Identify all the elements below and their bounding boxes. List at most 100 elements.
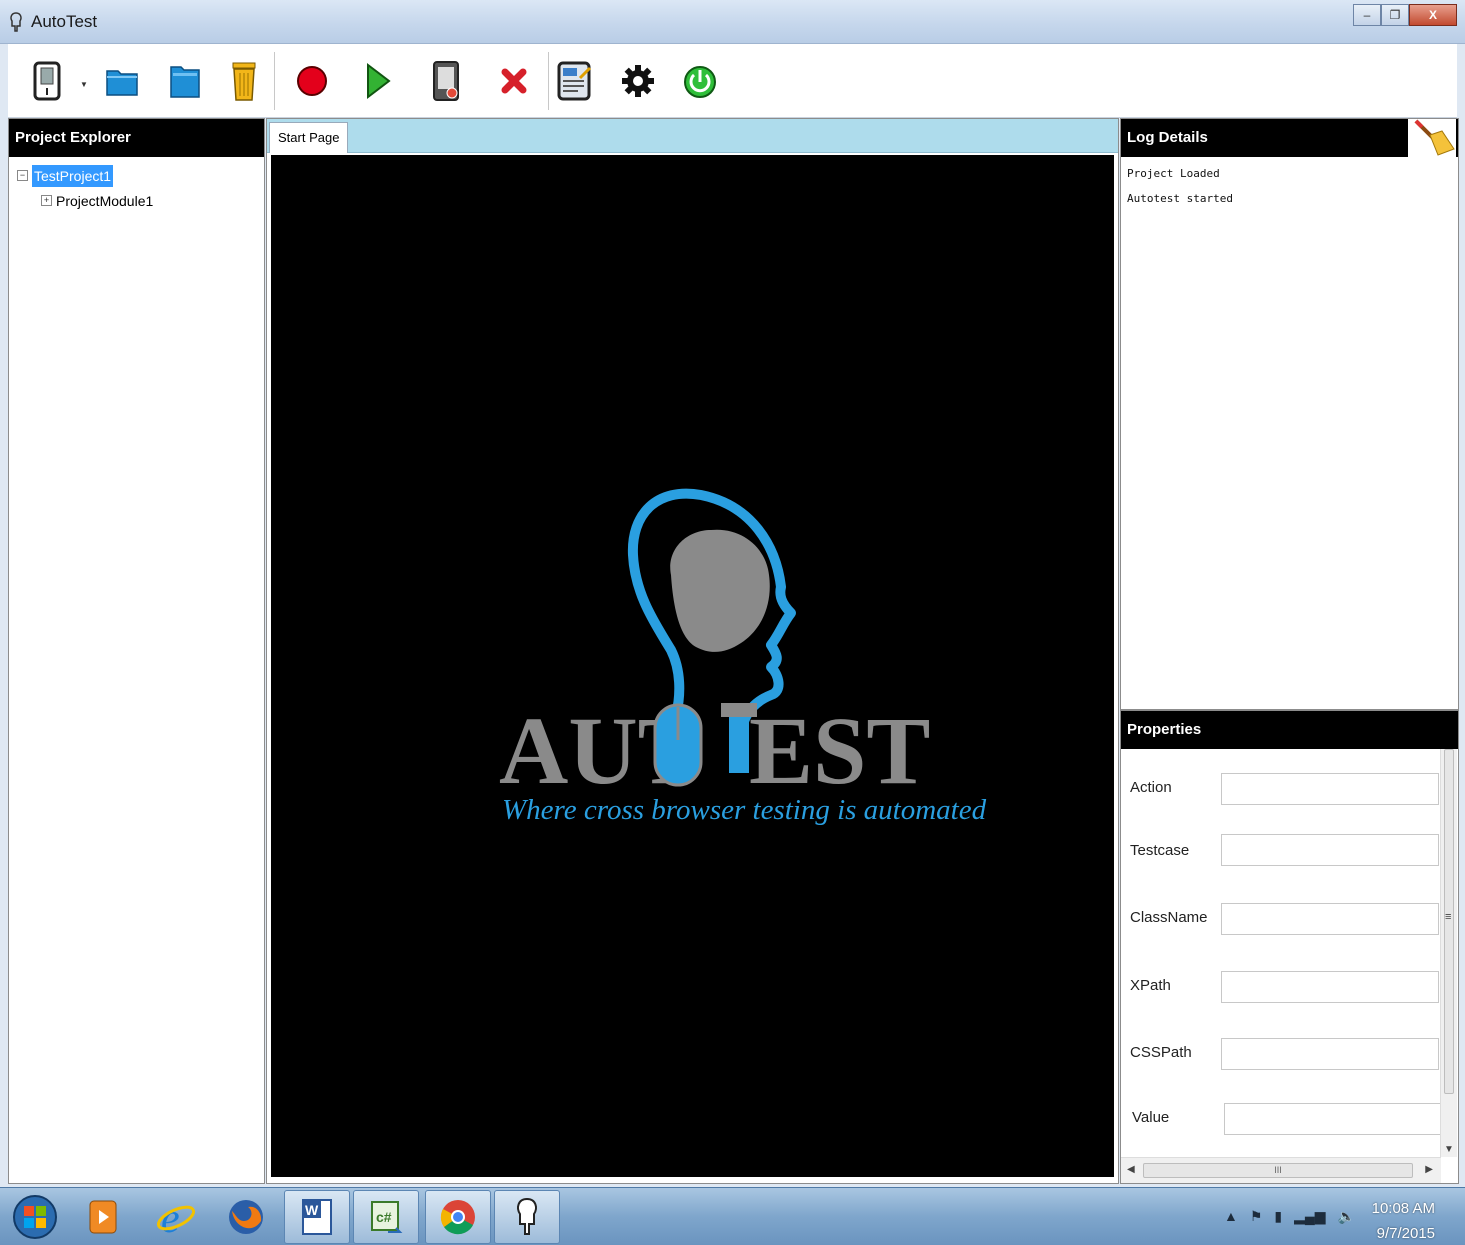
- windows-taskbar: e W c# ▲ ⚑ ▮ ▂▄▆ 🔈 10:08 AM 9/7/2015: [0, 1187, 1465, 1245]
- clear-log-broom-icon[interactable]: [1408, 119, 1456, 157]
- open-folder-icon: [106, 70, 138, 96]
- start-page-canvas: AUT EST Where cross browser testing is a…: [271, 155, 1114, 1177]
- delete-button[interactable]: [222, 58, 266, 104]
- scroll-grip-icon: ≡: [1445, 911, 1452, 923]
- save-button[interactable]: [163, 58, 207, 104]
- scroll-down-arrow-icon[interactable]: ▼: [1444, 1144, 1454, 1155]
- scrollbar-thumb[interactable]: III: [1143, 1163, 1413, 1178]
- record-icon: [297, 66, 327, 96]
- svg-text:W: W: [305, 1202, 319, 1218]
- project-explorer-panel: Project Explorer − TestProject1 + Projec…: [8, 118, 265, 1184]
- volume-icon[interactable]: 🔈: [1338, 1208, 1355, 1225]
- new-project-dropdown-icon[interactable]: ▼: [80, 80, 88, 89]
- taskbar-internet-explorer[interactable]: e: [143, 1190, 209, 1244]
- taskbar-csharp[interactable]: c#: [353, 1190, 419, 1244]
- properties-horizontal-scrollbar[interactable]: ◀ III ▶: [1121, 1157, 1441, 1183]
- start-button[interactable]: [2, 1190, 68, 1244]
- toolbar: ▼: [8, 44, 1457, 118]
- minimize-button[interactable]: –: [1353, 4, 1381, 26]
- scroll-right-arrow-icon[interactable]: ▶: [1425, 1164, 1433, 1175]
- play-button[interactable]: [356, 58, 400, 104]
- tree-node-testproject1[interactable]: − TestProject1: [17, 163, 256, 188]
- restore-button[interactable]: ❐: [1381, 4, 1409, 26]
- property-label-value: Value: [1132, 1109, 1170, 1126]
- chrome-icon: [440, 1200, 475, 1235]
- classname-field[interactable]: [1221, 903, 1439, 935]
- delete-icon: [232, 62, 256, 101]
- autotest-window: AutoTest – ❐ X ▼ Project Explorer − Test…: [0, 0, 1465, 1245]
- system-tray: ▲ ⚑ ▮ ▂▄▆ 🔈: [1224, 1208, 1355, 1225]
- play-icon: [367, 62, 391, 100]
- taskbar-word[interactable]: W: [284, 1190, 350, 1244]
- power-button[interactable]: [678, 58, 722, 104]
- tree-node-label[interactable]: ProjectModule1: [56, 190, 153, 212]
- window-title: AutoTest: [31, 12, 98, 31]
- internet-explorer-icon: e: [156, 1196, 196, 1238]
- window-controls: – ❐ X: [1353, 4, 1457, 26]
- stop-icon: [501, 68, 527, 94]
- properties-title: Properties: [1121, 711, 1458, 749]
- open-project-button[interactable]: [100, 58, 144, 104]
- start-orb-icon: [13, 1195, 57, 1239]
- property-label-testcase: Testcase: [1130, 842, 1190, 859]
- svg-text:c#: c#: [376, 1209, 392, 1225]
- tree-node-projectmodule1[interactable]: + ProjectModule1: [17, 188, 256, 213]
- value-field[interactable]: [1224, 1103, 1442, 1135]
- new-project-button[interactable]: [26, 58, 70, 104]
- new-project-icon: [33, 61, 61, 101]
- settings-button[interactable]: [616, 58, 660, 104]
- log-details-panel: Log Details Project Loaded Autotest star…: [1120, 118, 1459, 710]
- media-player-icon: [89, 1200, 117, 1234]
- record-button[interactable]: [290, 58, 334, 104]
- action-field[interactable]: [1221, 773, 1439, 805]
- scroll-left-arrow-icon[interactable]: ◀: [1127, 1164, 1135, 1175]
- autotest-app-icon: [10, 12, 22, 32]
- csharp-icon: c#: [371, 1201, 403, 1233]
- taskbar-autotest[interactable]: [494, 1190, 560, 1244]
- toolbar-separator: [274, 52, 275, 110]
- show-hidden-icons-icon[interactable]: ▲: [1224, 1208, 1238, 1225]
- collapse-icon[interactable]: −: [17, 170, 28, 181]
- clock-time: 10:08 AM: [1371, 1200, 1435, 1217]
- autotest-logo: AUT EST Where cross browser testing is a…: [499, 488, 987, 826]
- action-center-flag-icon[interactable]: ⚑: [1250, 1208, 1263, 1225]
- stop-button[interactable]: [492, 58, 536, 104]
- properties-vertical-scrollbar[interactable]: ≡ ▼: [1440, 749, 1457, 1157]
- brain-icon: [670, 529, 770, 652]
- document-area: Start Page AUT EST Where cross browser t…: [266, 118, 1119, 1184]
- project-tree: − TestProject1 + ProjectModule1: [9, 157, 264, 219]
- title-bar: AutoTest – ❐ X: [0, 0, 1465, 44]
- save-icon: [170, 66, 200, 98]
- tab-strip: Start Page: [267, 119, 1118, 153]
- device-icon: [433, 61, 459, 101]
- property-label-csspath: CSSPath: [1130, 1044, 1192, 1061]
- logo-wordmark-right: EST: [749, 697, 930, 804]
- clock-date: 9/7/2015: [1376, 1225, 1435, 1242]
- settings-icon: [622, 65, 654, 97]
- close-button[interactable]: X: [1409, 4, 1457, 26]
- device-button[interactable]: [424, 58, 468, 104]
- log-entry: Project Loaded: [1127, 167, 1220, 180]
- toolbar-separator: [548, 52, 549, 110]
- logo-tagline: Where cross browser testing is automated: [502, 794, 987, 826]
- network-signal-icon[interactable]: ▂▄▆: [1294, 1208, 1325, 1225]
- tab-start-page[interactable]: Start Page: [269, 122, 349, 153]
- log-output: Project Loaded Autotest started: [1121, 157, 1458, 219]
- report-button[interactable]: [553, 58, 597, 104]
- xpath-field[interactable]: [1221, 971, 1439, 1003]
- tree-node-label[interactable]: TestProject1: [32, 164, 114, 187]
- taskbar-chrome[interactable]: [425, 1190, 491, 1244]
- word-icon: W: [302, 1199, 332, 1235]
- testcase-field[interactable]: [1221, 834, 1439, 866]
- properties-panel: Properties Action Testcase ClassName XPa…: [1120, 710, 1459, 1184]
- battery-icon[interactable]: ▮: [1274, 1208, 1282, 1225]
- log-entry: Autotest started: [1127, 192, 1233, 205]
- properties-grid: Action Testcase ClassName XPath CSSPath …: [1121, 749, 1442, 1159]
- taskbar-media-player[interactable]: [70, 1190, 136, 1244]
- taskbar-firefox[interactable]: [213, 1190, 279, 1244]
- csspath-field[interactable]: [1221, 1038, 1439, 1070]
- property-label-classname: ClassName: [1130, 909, 1208, 926]
- expand-icon[interactable]: +: [41, 195, 52, 206]
- property-label-action: Action: [1130, 779, 1172, 796]
- taskbar-clock[interactable]: 10:08 AM 9/7/2015: [1372, 1196, 1435, 1245]
